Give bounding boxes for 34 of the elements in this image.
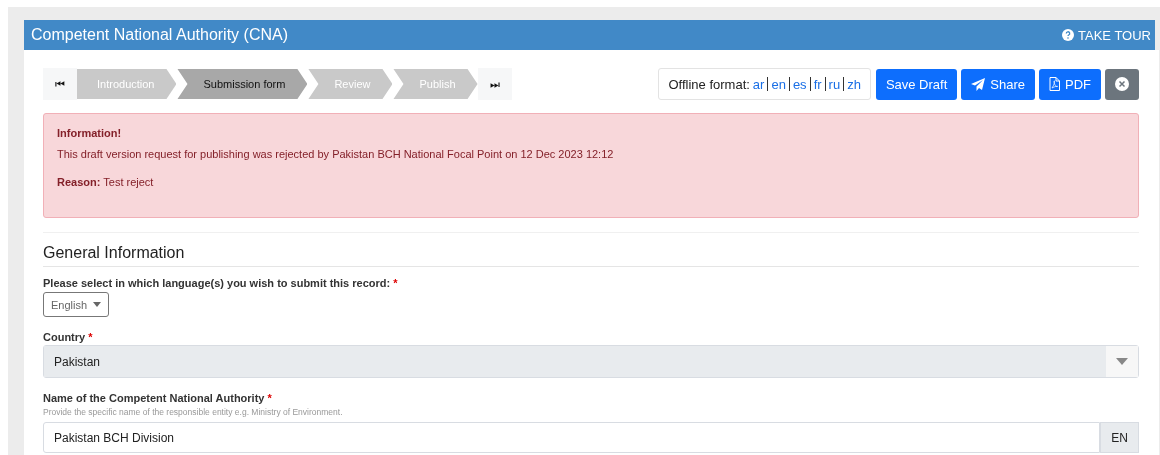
page-title: Competent National Authority (CNA) bbox=[31, 26, 288, 44]
language-link[interactable]: ru bbox=[828, 76, 841, 92]
language-link[interactable]: zh bbox=[847, 76, 861, 92]
alert-message: This draft version request for publishing was rejected by Pakistan BCH National Focal Point on 12 Dec 2023 12:12 bbox=[57, 148, 615, 160]
last-step-button[interactable]: ⏭ bbox=[477, 68, 512, 100]
take-tour-button[interactable]: TAKE TOUR bbox=[1062, 27, 1151, 43]
field-hint: Provide the specific name of the responsible entity e.g. Ministry of Environment. bbox=[43, 407, 344, 417]
rejection-reason: Reason: Test reject bbox=[57, 176, 155, 188]
caret-icon bbox=[93, 302, 102, 307]
dropdown-arrow-icon bbox=[1116, 358, 1128, 365]
close-icon bbox=[1115, 77, 1129, 91]
language-addon: EN bbox=[1100, 422, 1139, 453]
paper-plane-icon bbox=[971, 77, 986, 91]
authority-name-input[interactable]: Pakistan BCH Division bbox=[43, 422, 1100, 453]
share-button[interactable]: Share bbox=[961, 68, 1035, 100]
save-draft-button[interactable]: Save Draft bbox=[875, 68, 958, 100]
pdf-button[interactable]: PDF bbox=[1039, 68, 1101, 100]
language-dropdown[interactable]: English bbox=[43, 292, 110, 317]
country-select[interactable]: Pakistan bbox=[43, 345, 1139, 378]
pdf-file-icon bbox=[1049, 77, 1060, 91]
language-link[interactable]: fr bbox=[813, 76, 822, 92]
field-label: Country * bbox=[43, 331, 94, 343]
language-link[interactable]: es bbox=[792, 76, 807, 92]
wizard-step[interactable]: Submission form bbox=[177, 69, 308, 99]
first-step-button[interactable]: ⏮ bbox=[43, 68, 77, 100]
language-link[interactable]: ar bbox=[752, 76, 765, 92]
help-icon bbox=[1062, 29, 1075, 41]
alert-title: Information! bbox=[57, 127, 123, 139]
field-label: Name of the Competent National Authority * bbox=[43, 392, 273, 404]
close-button[interactable] bbox=[1105, 68, 1139, 100]
field-label: Please select in which language(s) you wish to submit this record: * bbox=[43, 277, 399, 289]
section-title: General Information bbox=[43, 233, 1139, 267]
offline-format-label: Offline format: bbox=[668, 76, 750, 92]
language-link[interactable]: en bbox=[771, 76, 786, 92]
